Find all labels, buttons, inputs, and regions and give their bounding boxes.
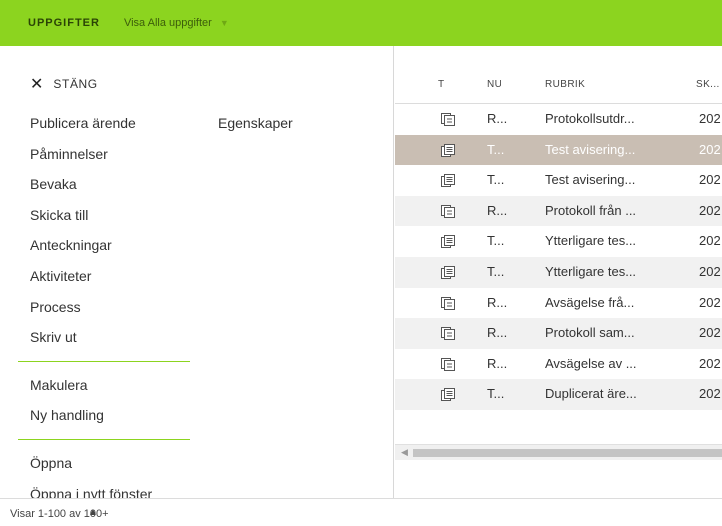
- document-list-icon: [441, 265, 455, 279]
- table-row[interactable]: T... Ytterligare tes... 202: [395, 256, 722, 288]
- cell-number: R...: [487, 325, 508, 341]
- cell-number: R...: [487, 202, 508, 218]
- table-row[interactable]: T... Ytterligare tes... 202: [395, 226, 722, 257]
- close-icon: ✕: [30, 76, 44, 93]
- footer: Visar 1-100 av 100+ ▲: [0, 498, 722, 526]
- cell-number: R...: [487, 355, 508, 371]
- menu-item-ny-handling[interactable]: Ny handling: [30, 400, 200, 431]
- horizontal-scrollbar[interactable]: ◀: [395, 444, 722, 460]
- cell-rubrik: Avsägelse av ...: [545, 355, 637, 371]
- document-stack-icon: [441, 327, 455, 341]
- cell-number: T...: [487, 386, 505, 402]
- cell-sk: 202: [699, 202, 721, 218]
- document-stack-icon: [441, 113, 455, 126]
- menu-item-process[interactable]: Process: [30, 292, 200, 323]
- scroll-left-icon[interactable]: ◀: [401, 447, 408, 458]
- menu-divider: [18, 360, 190, 362]
- chevron-up-icon[interactable]: ▲: [88, 507, 98, 518]
- column-header-sk[interactable]: SK...: [696, 79, 720, 90]
- table-row[interactable]: R... Protokollsutdr... 202: [395, 104, 722, 135]
- cell-number: R...: [487, 111, 508, 126]
- cell-sk: 202: [699, 141, 721, 157]
- cell-sk: 202: [699, 325, 721, 341]
- document-stack-icon: [441, 357, 455, 371]
- table-row[interactable]: T... Test avisering... 202: [395, 165, 722, 196]
- menu-item-egenskaper[interactable]: Egenskaper: [218, 108, 293, 139]
- cell-number: T...: [487, 141, 505, 157]
- section-title: UPPGIFTER: [28, 17, 100, 29]
- cell-rubrik: Test avisering...: [545, 172, 636, 188]
- close-button[interactable]: ✕ STÄNG: [30, 74, 98, 94]
- menu-item-paminnelser[interactable]: Påminnelser: [30, 139, 200, 170]
- cell-rubrik: Ytterligare tes...: [545, 233, 637, 249]
- menu-divider: [18, 438, 190, 440]
- table-body: R... Protokollsutdr... 202 T... Test aviseri…: [395, 104, 722, 410]
- cell-rubrik: Duplicerat äre...: [545, 386, 637, 402]
- table-row[interactable]: R... Avsägelse frå... 202: [395, 288, 722, 319]
- document-list-icon: [441, 174, 455, 188]
- cell-rubrik: Test avisering...: [545, 141, 636, 157]
- document-stack-icon: [441, 296, 455, 310]
- cell-sk: 202: [699, 386, 721, 402]
- column-header-type[interactable]: T: [438, 79, 445, 90]
- document-list-icon: [441, 143, 455, 157]
- actions-menu: Publicera ärende Påminnelser Bevaka Skic…: [18, 108, 200, 509]
- task-table: T NU RUBRIK SK... R... Protokollsutdr... 2…: [395, 46, 722, 498]
- cell-number: R...: [487, 294, 508, 310]
- table-row[interactable]: R... Avsägelse av ... 202: [395, 349, 722, 380]
- cell-number: T...: [487, 233, 505, 249]
- menu-item-aktiviteter[interactable]: Aktiviteter: [30, 261, 200, 292]
- menu-item-anteckningar[interactable]: Anteckningar: [30, 230, 200, 261]
- column-header-number[interactable]: NU: [487, 79, 501, 90]
- cell-sk: 202: [699, 294, 721, 310]
- cell-rubrik: Protokoll från ...: [545, 202, 637, 218]
- caret-down-icon: ▼: [219, 18, 229, 28]
- cell-number: T...: [487, 263, 505, 279]
- document-stack-icon: [441, 204, 455, 218]
- menu-item-oppna[interactable]: Öppna: [30, 448, 200, 479]
- menu-item-skriv-ut[interactable]: Skriv ut: [30, 322, 200, 353]
- cell-sk: 202: [699, 355, 721, 371]
- cell-sk: 202: [699, 111, 721, 126]
- cell-sk: 202: [699, 233, 721, 249]
- column-header-rubrik[interactable]: RUBRIK: [545, 79, 585, 90]
- menu-item-publicera-arende[interactable]: Publicera ärende: [30, 108, 200, 139]
- menu-item-skicka-till[interactable]: Skicka till: [30, 200, 200, 231]
- cell-sk: 202: [699, 263, 721, 279]
- table-row[interactable]: R... Protokoll från ... 202: [395, 195, 722, 227]
- filter-dropdown[interactable]: Visa Alla uppgifter ▼: [124, 17, 229, 29]
- table-row[interactable]: R... Protokoll sam... 202: [395, 318, 722, 349]
- top-bar: UPPGIFTER Visa Alla uppgifter ▼: [0, 0, 722, 46]
- actions-panel: ✕ STÄNG Publicera ärende Påminnelser Bev…: [0, 46, 394, 502]
- table-row[interactable]: T... Test avisering... 202: [395, 134, 722, 166]
- filter-dropdown-label: Visa Alla uppgifter: [123, 17, 212, 29]
- cell-rubrik: Avsägelse frå...: [545, 294, 635, 310]
- cell-number: T...: [487, 172, 505, 188]
- menu-item-bevaka[interactable]: Bevaka: [30, 169, 200, 200]
- table-header: T NU RUBRIK SK...: [395, 46, 722, 104]
- table-row[interactable]: T... Duplicerat äre... 202: [395, 379, 722, 410]
- cell-rubrik: Protokollsutdr...: [545, 111, 635, 126]
- cell-rubrik: Protokoll sam...: [545, 325, 635, 341]
- scrollbar-thumb[interactable]: [413, 449, 722, 457]
- menu-item-makulera[interactable]: Makulera: [30, 370, 200, 401]
- close-label: STÄNG: [53, 77, 98, 91]
- document-list-icon: [441, 388, 455, 402]
- document-list-icon: [441, 235, 455, 249]
- cell-rubrik: Ytterligare tes...: [545, 263, 637, 279]
- cell-sk: 202: [699, 172, 721, 188]
